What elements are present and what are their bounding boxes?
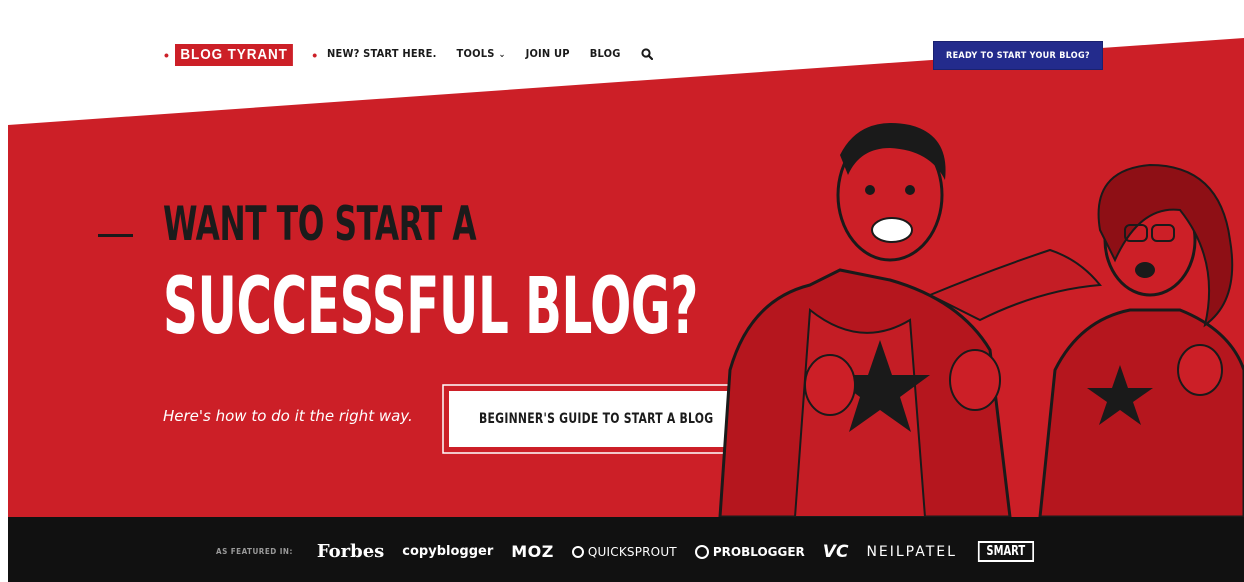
neilpatel-logo: NEILPATEL xyxy=(866,543,957,560)
forbes-logo: Forbes xyxy=(316,541,385,562)
quicksprout-logo: QUICKSPROUT xyxy=(571,544,677,559)
problogger-icon xyxy=(694,544,709,559)
superhero-illustration xyxy=(660,110,1244,519)
page: • BLOG TYRANT • NEW? START HERE. TOOLS ⌄ … xyxy=(0,0,1244,582)
nav-link-blog[interactable]: BLOG xyxy=(590,47,621,60)
search-icon[interactable] xyxy=(640,47,653,60)
featured-label: AS FEATURED IN: xyxy=(216,547,293,556)
quicksprout-text: QUICKSPROUT xyxy=(587,544,677,559)
top-navigation: • BLOG TYRANT • NEW? START HERE. TOOLS ⌄ … xyxy=(0,0,1244,100)
logo-wordmark: BLOG TYRANT xyxy=(174,44,294,66)
hero-subtext: Here's how to do it the right way. xyxy=(163,407,413,425)
problogger-logo: PROBLOGGER xyxy=(694,544,805,559)
vc-logo: VC xyxy=(822,541,849,562)
copyblogger-logo: copyblogger xyxy=(402,544,494,559)
site-logo[interactable]: • BLOG TYRANT • xyxy=(158,44,323,66)
quicksprout-icon xyxy=(571,545,584,558)
featured-in-bar: AS FEATURED IN: Forbes copyblogger MOZ Q… xyxy=(8,517,1244,582)
nav-links: NEW? START HERE. TOOLS ⌄ JOIN UP BLOG xyxy=(327,47,653,60)
featured-logos-row: AS FEATURED IN: Forbes copyblogger MOZ Q… xyxy=(216,541,1038,562)
smart-logo: SMART xyxy=(977,541,1034,562)
ready-to-start-button[interactable]: READY TO START YOUR BLOG? xyxy=(933,41,1103,70)
logo-dot-left: • xyxy=(164,47,169,63)
moz-logo: MOZ xyxy=(511,542,554,561)
problogger-text: PROBLOGGER xyxy=(712,544,805,559)
headline-line-1: WANT TO START A xyxy=(163,197,477,252)
nav-link-join-up[interactable]: JOIN UP xyxy=(526,47,570,60)
nav-link-tools[interactable]: TOOLS ⌄ xyxy=(457,47,506,60)
headline-line-2: SUCCESSFUL BLOG? xyxy=(163,262,699,352)
nav-link-start-here[interactable]: NEW? START HERE. xyxy=(327,47,437,60)
chevron-down-icon: ⌄ xyxy=(498,50,506,60)
headline-dash xyxy=(98,234,133,237)
logo-dot-right: • xyxy=(312,47,318,63)
nav-link-tools-label: TOOLS xyxy=(456,47,495,60)
